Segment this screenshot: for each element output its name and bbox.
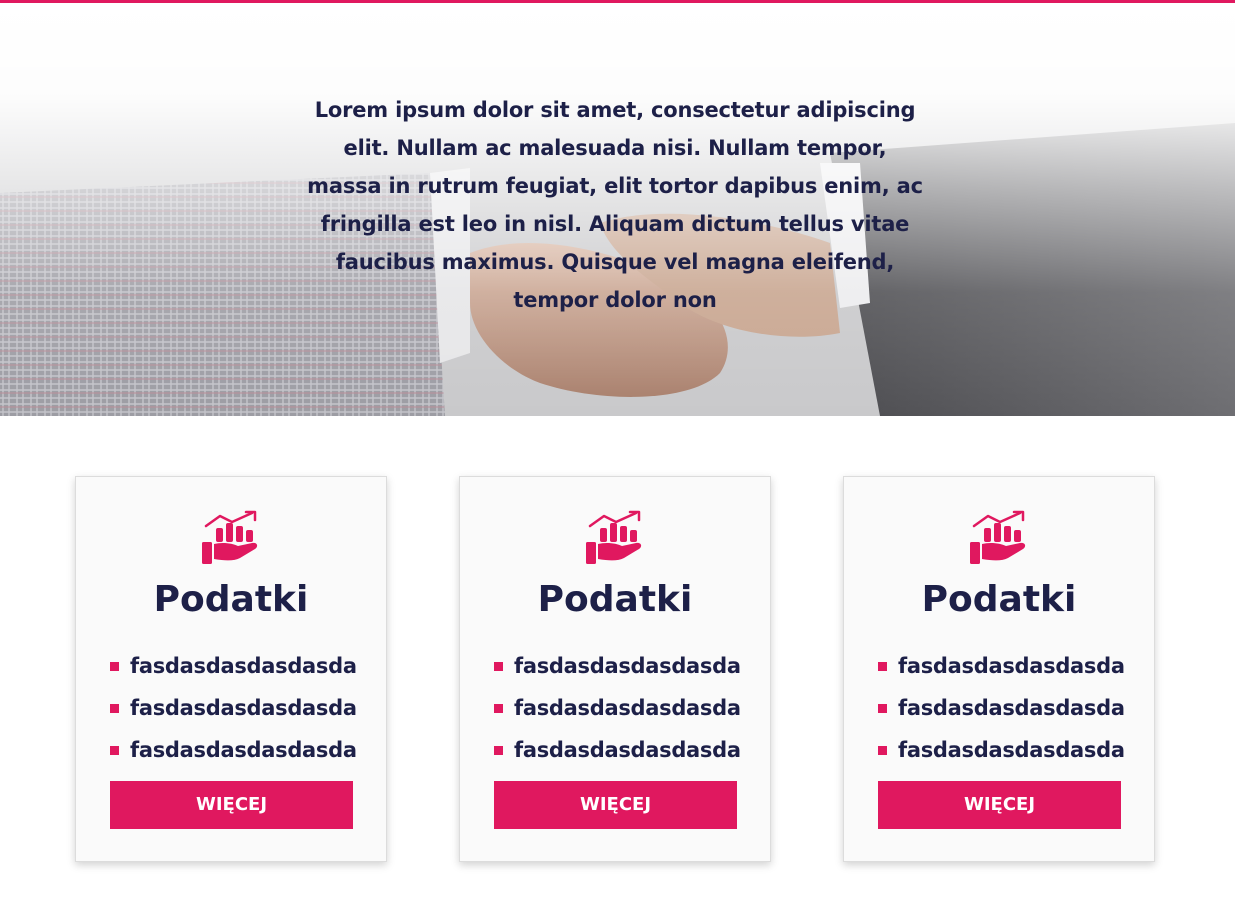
list-item-text: fasdasdasdasdasda [898, 738, 1125, 762]
list-item: fasdasdasdasdasda [110, 687, 370, 729]
service-card: Podatki fasdasdasdasdasda fasdasdasdasda… [459, 476, 771, 862]
card-list: fasdasdasdasdasda fasdasdasdasdasda fasd… [494, 645, 754, 771]
list-item-text: fasdasdasdasdasda [130, 654, 357, 678]
list-item: fasdasdasdasdasda [110, 645, 370, 687]
list-item: fasdasdasdasdasda [878, 729, 1138, 771]
services-cards: Podatki fasdasdasdasdasda fasdasdasdasda… [0, 476, 1235, 866]
bullet-square-icon [110, 703, 119, 713]
service-card: Podatki fasdasdasdasdasda fasdasdasdasda… [75, 476, 387, 862]
list-item: fasdasdasdasdasda [494, 729, 754, 771]
list-item: fasdasdasdasdasda [878, 645, 1138, 687]
list-item-text: fasdasdasdasdasda [898, 696, 1125, 720]
list-item: fasdasdasdasdasda [494, 687, 754, 729]
list-item-text: fasdasdasdasdasda [130, 696, 357, 720]
more-button[interactable]: WIĘCEJ [494, 781, 737, 829]
bullet-square-icon [494, 661, 503, 671]
list-item-text: fasdasdasdasdasda [130, 738, 357, 762]
card-list: fasdasdasdasdasda fasdasdasdasdasda fasd… [878, 645, 1138, 771]
list-item-text: fasdasdasdasdasda [514, 696, 741, 720]
bullet-square-icon [878, 745, 887, 755]
bullet-square-icon [110, 661, 119, 671]
bullet-square-icon [878, 661, 887, 671]
card-title: Podatki [921, 579, 1077, 620]
list-item: fasdasdasdasdasda [110, 729, 370, 771]
more-button[interactable]: WIĘCEJ [878, 781, 1121, 829]
list-item-text: fasdasdasdasdasda [514, 738, 741, 762]
list-item-text: fasdasdasdasdasda [898, 654, 1125, 678]
growth-chart-hand-icon [202, 510, 258, 564]
hero-section: Lorem ipsum dolor sit amet, consectetur … [0, 3, 1235, 416]
card-title: Podatki [153, 579, 309, 620]
card-list: fasdasdasdasdasda fasdasdasdasdasda fasd… [110, 645, 370, 771]
list-item: fasdasdasdasdasda [494, 645, 754, 687]
list-item: fasdasdasdasdasda [878, 687, 1138, 729]
more-button[interactable]: WIĘCEJ [110, 781, 353, 829]
growth-chart-hand-icon [586, 510, 642, 564]
growth-chart-hand-icon [970, 510, 1026, 564]
bullet-square-icon [494, 745, 503, 755]
service-card: Podatki fasdasdasdasdasda fasdasdasdasda… [843, 476, 1155, 862]
bullet-square-icon [110, 745, 119, 755]
bullet-square-icon [878, 703, 887, 713]
bullet-square-icon [494, 703, 503, 713]
card-title: Podatki [537, 579, 693, 620]
hero-text: Lorem ipsum dolor sit amet, consectetur … [307, 98, 923, 312]
list-item-text: fasdasdasdasdasda [514, 654, 741, 678]
